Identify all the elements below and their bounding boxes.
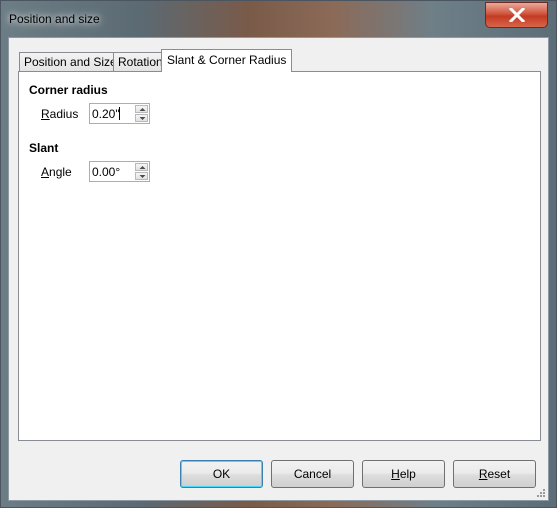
angle-label-rest: ngle (49, 165, 72, 179)
angle-label-mnemonic: A (41, 165, 50, 179)
dialog-window: Position and size Position and Size Rota… (0, 0, 557, 508)
text-cursor (119, 107, 120, 120)
help-button-mnemonic: H (391, 467, 400, 481)
radius-decrement-button[interactable] (135, 114, 148, 122)
angle-increment-button[interactable] (135, 163, 148, 171)
reset-button[interactable]: Reset (453, 460, 536, 488)
radius-spin-field[interactable] (89, 103, 150, 124)
tab-position-and-size[interactable]: Position and Size (19, 52, 122, 71)
title-bar[interactable]: Position and size (1, 1, 556, 37)
angle-label: Angle (41, 165, 72, 179)
triangle-up-icon (139, 108, 146, 111)
triangle-down-icon (139, 175, 146, 178)
ok-button[interactable]: OK (180, 460, 263, 488)
triangle-up-icon (139, 166, 146, 169)
tab-rotation[interactable]: Rotation (113, 52, 168, 71)
corner-radius-heading: Corner radius (29, 83, 108, 97)
close-button[interactable] (485, 2, 548, 28)
angle-spin-field[interactable] (89, 161, 150, 182)
cancel-button[interactable]: Cancel (271, 460, 354, 488)
angle-input[interactable] (91, 163, 136, 180)
angle-spin-buttons (135, 163, 148, 180)
tab-panel-slant-corner-radius: Corner radius Radius Slant Angle (18, 71, 541, 441)
close-x-icon (509, 8, 525, 22)
radius-spin-buttons (135, 105, 148, 122)
radius-label-rest: adius (49, 107, 79, 121)
help-button-rest: elp (399, 467, 416, 481)
triangle-down-icon (139, 117, 146, 120)
radius-label-mnemonic: R (41, 107, 50, 121)
resize-grip-icon[interactable] (536, 488, 546, 498)
help-button[interactable]: Help (362, 460, 445, 488)
angle-decrement-button[interactable] (135, 172, 148, 180)
radius-increment-button[interactable] (135, 105, 148, 113)
dialog-client-area: Position and Size Rotation Slant & Corne… (8, 37, 549, 501)
radius-label: Radius (41, 107, 78, 121)
reset-button-rest: eset (487, 467, 511, 481)
radius-input[interactable] (91, 105, 136, 122)
slant-heading: Slant (29, 141, 59, 155)
tab-slant-corner-radius[interactable]: Slant & Corner Radius (161, 49, 293, 72)
window-title: Position and size (9, 12, 100, 26)
